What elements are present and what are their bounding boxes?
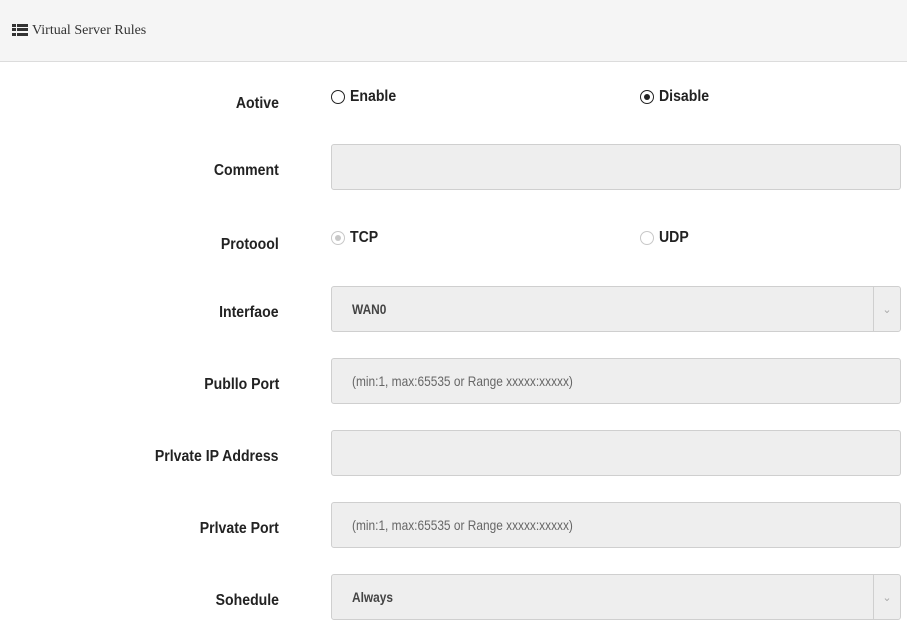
protocol-tcp-radio[interactable]: TCP [331,229,382,247]
virtual-server-rules-panel: Virtual Server Rules Aotive Enable Disab… [0,0,909,640]
protocol-label: Protoool [221,236,279,253]
private-port-placeholder: (min:1, max:65535 or Range xxxxx:xxxxx) [352,517,573,533]
radio-unchecked-icon [640,231,654,245]
interface-select[interactable]: WAN0 ⌄ [331,286,901,332]
radio-checked-icon [640,90,654,104]
interface-label: Interfaoe [219,304,279,321]
interface-selected-value: WAN0 [352,301,387,317]
panel-title: Virtual Server Rules [32,22,147,38]
active-label: Aotive [235,95,279,112]
private-ip-input[interactable] [331,430,901,476]
active-disable-radio[interactable]: Disable [640,88,716,106]
schedule-selected-value: Always [352,589,394,605]
private-port-label: Prlvate Port [199,520,279,537]
public-port-label: Publlo Port [203,376,279,393]
private-ip-label: Prlvate IP Address [155,448,279,465]
active-enable-label: Enable [350,88,397,105]
radio-checked-icon [331,231,345,245]
radio-unchecked-icon [331,90,345,104]
comment-input[interactable] [331,144,901,190]
private-port-input[interactable]: (min:1, max:65535 or Range xxxxx:xxxxx) [331,502,901,548]
schedule-label: Sohedule [215,592,279,609]
public-port-placeholder: (min:1, max:65535 or Range xxxxx:xxxxx) [352,373,573,389]
comment-label: Comment [214,162,279,179]
active-disable-label: Disable [659,88,710,105]
list-icon [12,23,28,36]
panel-header: Virtual Server Rules [0,0,907,62]
chevron-down-icon[interactable]: ⌄ [873,287,900,331]
schedule-select[interactable]: Always ⌄ [331,574,901,620]
public-port-input[interactable]: (min:1, max:65535 or Range xxxxx:xxxxx) [331,358,901,404]
protocol-tcp-label: TCP [350,229,379,246]
protocol-udp-label: UDP [659,229,689,246]
protocol-udp-radio[interactable]: UDP [640,229,693,247]
active-enable-radio[interactable]: Enable [331,88,402,106]
chevron-down-icon[interactable]: ⌄ [873,575,900,619]
